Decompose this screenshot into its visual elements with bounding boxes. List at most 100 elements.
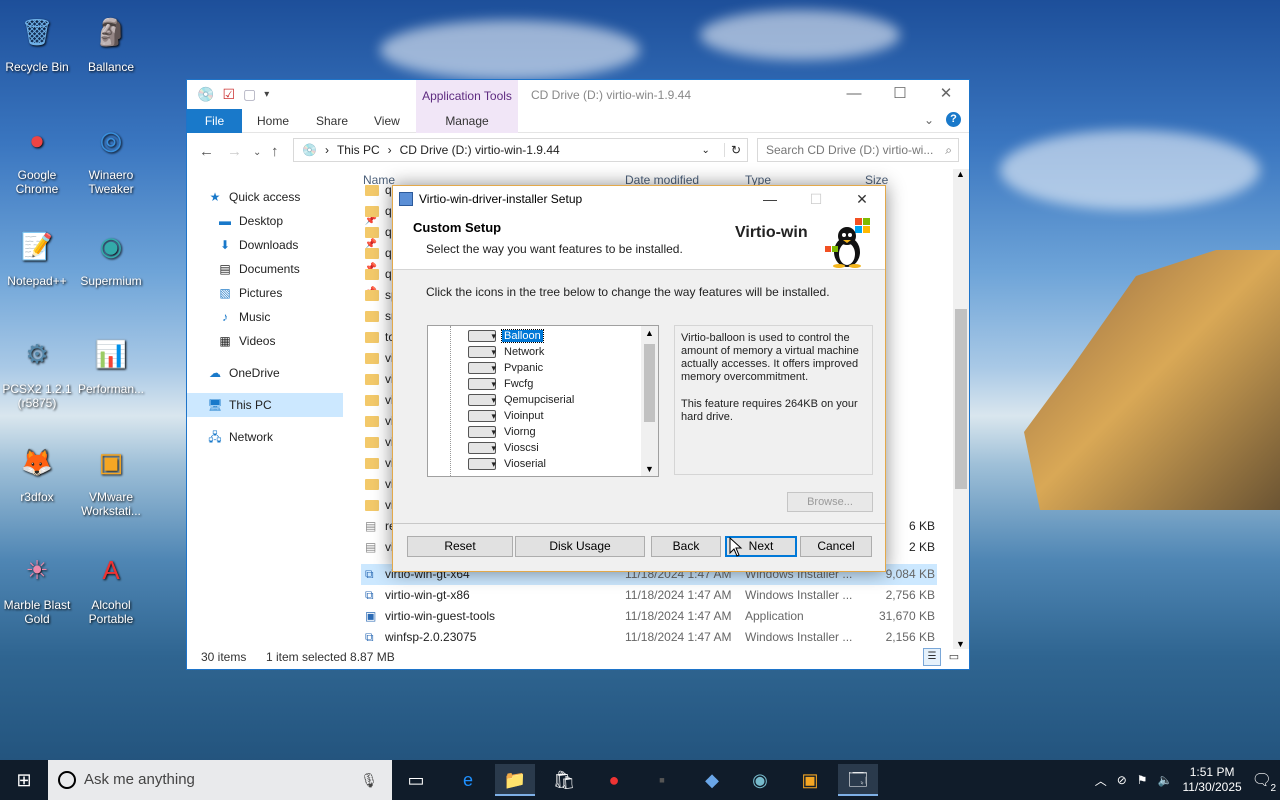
breadcrumb-this-pc[interactable]: This PC — [337, 143, 380, 157]
install-state-icon[interactable] — [468, 328, 496, 344]
dialog-titlebar[interactable]: Virtio-win-driver-installer Setup — ☐ ✕ — [393, 186, 885, 212]
forward-arrow-icon[interactable]: → — [227, 143, 242, 160]
nav-videos[interactable]: ▦ Videos — [217, 329, 373, 353]
show-hidden-icons-icon[interactable]: ︿ — [1095, 772, 1107, 789]
close-button[interactable]: ✕ — [923, 80, 969, 109]
dialog-minimize-button[interactable]: — — [747, 186, 793, 212]
desktop-icon[interactable]: ⚙ PCSX2 1.2.1 (r5875) — [0, 330, 74, 410]
install-state-icon[interactable] — [468, 456, 496, 472]
install-state-icon[interactable] — [468, 392, 496, 408]
dialog-close-button[interactable]: ✕ — [839, 186, 885, 212]
desktop-icon[interactable]: ▣ VMware Workstati... — [74, 438, 148, 518]
nav-desktop[interactable]: ▬ Desktop 📌 — [217, 209, 377, 233]
supermium-taskbar-icon[interactable]: ◉ — [740, 764, 780, 796]
feature-item[interactable]: Network — [468, 344, 546, 360]
new-folder-icon[interactable]: ▢ — [243, 86, 256, 103]
search-box[interactable]: Search CD Drive (D:) virtio-wi... ⌕ — [757, 138, 959, 162]
maximize-button[interactable]: ☐ — [877, 80, 923, 109]
customize-toolbar-icon[interactable]: ▾ — [264, 89, 269, 100]
clock[interactable]: 1:51 PM 11/30/2025 — [1183, 765, 1242, 795]
feature-item[interactable]: Viorng — [468, 424, 538, 440]
dialog-maximize-button[interactable]: ☐ — [793, 186, 839, 212]
app-taskbar-icon[interactable]: ▪ — [642, 764, 682, 796]
minimize-button[interactable]: — — [831, 80, 877, 109]
back-arrow-icon[interactable]: ← — [199, 143, 214, 160]
feature-item[interactable]: Pvpanic — [468, 360, 545, 376]
start-button[interactable]: ⊞ — [4, 764, 44, 796]
feature-item[interactable]: Vioserial — [468, 456, 548, 472]
feature-tree[interactable]: Balloon Network Pvpanic Fwcfg Qemupciserial V… — [427, 325, 659, 477]
desktop-icon[interactable]: 📊 Performan... — [74, 330, 148, 396]
nav-this-pc[interactable]: 🖥 This PC — [187, 393, 343, 417]
large-icons-view-icon[interactable]: ▭ — [945, 648, 963, 666]
edge-icon[interactable]: e — [448, 764, 488, 796]
chrome-taskbar-icon[interactable]: ● — [594, 764, 634, 796]
desktop-icon[interactable]: 🗿 Ballance — [74, 8, 148, 74]
back-button[interactable]: Back — [651, 536, 721, 557]
tab-file[interactable]: File — [187, 109, 242, 133]
install-state-icon[interactable] — [468, 408, 496, 424]
reset-button[interactable]: Reset — [407, 536, 513, 557]
installer-dialog[interactable]: Virtio-win-driver-installer Setup — ☐ ✕ … — [392, 185, 886, 572]
desktop-icon[interactable]: ● Google Chrome — [0, 116, 74, 196]
scrollbar-thumb[interactable] — [955, 309, 967, 489]
feature-item[interactable]: Qemupciserial — [468, 392, 576, 408]
install-state-icon[interactable] — [468, 376, 496, 392]
feature-item[interactable]: Fwcfg — [468, 376, 535, 392]
address-bar[interactable]: 💿 › This PC › CD Drive (D:) virtio-win-1… — [293, 138, 748, 162]
installer-taskbar-icon[interactable]: 🗔 — [838, 764, 878, 796]
desktop-icon[interactable]: ◉ Supermium — [74, 222, 148, 288]
desktop-icon[interactable]: ◎ Winaero Tweaker — [74, 116, 148, 196]
desktop-icon[interactable]: ☀ Marble Blast Gold — [0, 546, 74, 626]
scroll-up-icon[interactable]: ▲ — [956, 169, 965, 179]
table-row[interactable]: ⧉ virtio-win-gt-x86 11/18/2024 1:47 AM Wind… — [361, 585, 937, 606]
action-center-flag-icon[interactable]: ⚑ — [1137, 773, 1148, 787]
nav-network[interactable]: 🖧 Network — [207, 425, 363, 449]
table-row[interactable]: ▣ virtio-win-guest-tools 11/18/2024 1:47 A… — [361, 606, 937, 627]
breadcrumb-current[interactable]: CD Drive (D:) virtio-win-1.9.44 — [400, 143, 560, 157]
explorer-titlebar[interactable]: 💿 ☑ ▢ ▾ Application Tools CD Drive (D:) … — [187, 80, 969, 109]
recent-locations-icon[interactable]: ⌄ — [253, 147, 261, 158]
nav-documents[interactable]: ▤Documents📌 — [217, 257, 377, 281]
taskbar-search[interactable]: Ask me anything 🎙 — [48, 760, 392, 800]
properties-icon[interactable]: ☑ — [222, 86, 235, 103]
drive-icon[interactable]: 💿 — [197, 86, 214, 103]
file-explorer-taskbar-icon[interactable]: 📁 — [495, 764, 535, 796]
install-state-icon[interactable] — [468, 360, 496, 376]
network-status-icon[interactable]: ⊘ — [1117, 773, 1127, 787]
tab-home[interactable]: Home — [257, 114, 289, 128]
nav-onedrive[interactable]: ☁ OneDrive — [207, 361, 363, 385]
task-view-icon[interactable]: ▭ — [396, 764, 436, 796]
desktop-icon[interactable]: 🗑 Recycle Bin — [0, 8, 74, 74]
scroll-up-icon[interactable]: ▲ — [645, 328, 654, 338]
tree-scrollbar[interactable]: ▲ ▼ — [641, 326, 658, 476]
cancel-button[interactable]: Cancel — [800, 536, 872, 557]
refresh-icon[interactable]: ↻ — [723, 143, 741, 157]
disk-usage-button[interactable]: Disk Usage — [515, 536, 645, 557]
nav-music[interactable]: ♪ Music — [217, 305, 373, 329]
desktop-icon[interactable]: A Alcohol Portable — [74, 546, 148, 626]
microphone-icon[interactable]: 🎙 — [360, 760, 378, 800]
install-state-icon[interactable] — [468, 440, 496, 456]
vmware-taskbar-icon[interactable]: ▣ — [790, 764, 830, 796]
details-view-icon[interactable]: ☰ — [923, 648, 941, 666]
address-dropdown-icon[interactable]: ⌄ — [702, 145, 710, 156]
scroll-down-icon[interactable]: ▼ — [645, 464, 654, 474]
pcsx2-taskbar-icon[interactable]: ◆ — [692, 764, 732, 796]
tab-share[interactable]: Share — [316, 114, 348, 128]
tree-scrollbar-thumb[interactable] — [644, 344, 655, 422]
nav-downloads[interactable]: ⬇ Downloads 📌 — [217, 233, 377, 257]
up-arrow-icon[interactable]: ↑ — [271, 143, 279, 160]
feature-item[interactable]: Vioinput — [468, 408, 546, 424]
nav-quick-access[interactable]: ★ Quick access — [207, 185, 363, 209]
tab-view[interactable]: View — [374, 114, 400, 128]
desktop-icon[interactable]: 📝 Notepad++ — [0, 222, 74, 288]
browse-button[interactable]: Browse... — [787, 492, 873, 512]
help-icon[interactable]: ? — [946, 112, 961, 127]
install-state-icon[interactable] — [468, 344, 496, 360]
desktop-icon[interactable]: 🦊 r3dfox — [0, 438, 74, 504]
file-list-scrollbar[interactable]: ▲ ▼ — [953, 169, 969, 649]
tab-manage[interactable]: Manage — [416, 109, 518, 133]
install-state-icon[interactable] — [468, 424, 496, 440]
notifications-icon[interactable]: 🗨 2 — [1252, 770, 1276, 794]
